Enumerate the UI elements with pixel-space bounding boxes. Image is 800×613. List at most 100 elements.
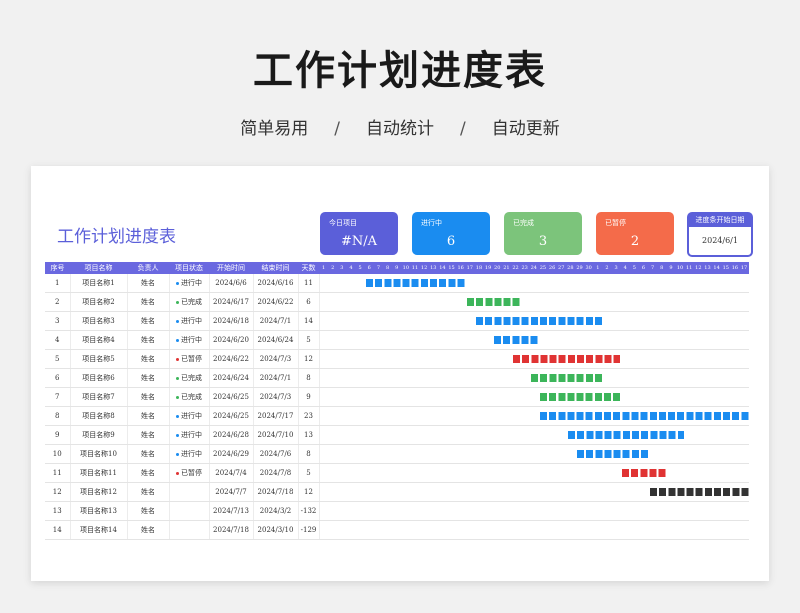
col-owner-cell[interactable]: 姓名 (127, 463, 170, 483)
col-name-cell[interactable]: 项目名称12 (70, 482, 128, 502)
col-status-cell[interactable]: 已暂停 (169, 463, 210, 483)
start-date-card[interactable]: 进度条开始日期 2024/6/1 (687, 212, 753, 257)
col-status-cell[interactable]: 已完成 (169, 387, 210, 407)
col-status-cell[interactable]: 进行中 (169, 444, 210, 464)
col-end-cell[interactable]: 2024/3/2 (253, 501, 299, 521)
col-name-cell[interactable]: 项目名称8 (70, 406, 128, 426)
table-row[interactable]: 7 项目名称7 姓名 已完成 2024/6/25 2024/7/3 9 (45, 387, 750, 407)
col-no-cell[interactable]: 6 (45, 368, 71, 388)
col-no-cell[interactable]: 8 (45, 406, 71, 426)
table-row[interactable]: 6 项目名称6 姓名 已完成 2024/6/24 2024/7/1 8 (45, 368, 750, 388)
table-row[interactable]: 1 项目名称1 姓名 进行中 2024/6/6 2024/6/16 11 (45, 274, 750, 293)
col-status-cell[interactable]: 进行中 (169, 311, 210, 331)
col-owner-cell[interactable]: 姓名 (127, 501, 170, 521)
col-name-cell[interactable]: 项目名称14 (70, 520, 128, 540)
col-status-cell[interactable]: 进行中 (169, 406, 210, 426)
col-end-cell[interactable]: 2024/7/8 (253, 463, 299, 483)
col-no-cell[interactable]: 7 (45, 387, 71, 407)
col-status-cell[interactable]: 已完成 (169, 368, 210, 388)
col-status-cell[interactable]: 已完成 (169, 292, 210, 312)
col-no-cell[interactable]: 4 (45, 330, 71, 350)
col-days-cell[interactable]: 12 (298, 349, 320, 369)
col-days-cell[interactable]: 13 (298, 425, 320, 445)
col-owner-cell[interactable]: 姓名 (127, 330, 170, 350)
col-start-cell[interactable]: 2024/6/29 (209, 444, 254, 464)
col-days-cell[interactable]: 5 (298, 330, 320, 350)
table-row[interactable]: 13 项目名称13 姓名 2024/7/13 2024/3/2 -132 (45, 501, 750, 521)
col-no-cell[interactable]: 13 (45, 501, 71, 521)
col-status-cell[interactable] (169, 482, 210, 502)
col-end-cell[interactable]: 2024/7/1 (253, 311, 299, 331)
col-end-cell[interactable]: 2024/7/17 (253, 406, 299, 426)
col-owner-cell[interactable]: 姓名 (127, 368, 170, 388)
col-start-cell[interactable]: 2024/6/25 (209, 387, 254, 407)
col-end-cell[interactable]: 2024/7/18 (253, 482, 299, 502)
col-end-cell[interactable]: 2024/7/10 (253, 425, 299, 445)
table-row[interactable]: 9 项目名称9 姓名 进行中 2024/6/28 2024/7/10 13 (45, 425, 750, 445)
table-row[interactable]: 12 项目名称12 姓名 2024/7/7 2024/7/18 12 (45, 482, 750, 502)
table-row[interactable]: 2 项目名称2 姓名 已完成 2024/6/17 2024/6/22 6 (45, 292, 750, 312)
col-start-cell[interactable]: 2024/6/28 (209, 425, 254, 445)
col-days-cell[interactable]: 12 (298, 482, 320, 502)
table-row[interactable]: 14 项目名称14 姓名 2024/7/18 2024/3/10 -129 (45, 520, 750, 540)
col-days-cell[interactable]: 9 (298, 387, 320, 407)
col-end-cell[interactable]: 2024/7/3 (253, 387, 299, 407)
table-row[interactable]: 4 项目名称4 姓名 进行中 2024/6/20 2024/6/24 5 (45, 330, 750, 350)
col-start-cell[interactable]: 2024/7/18 (209, 520, 254, 540)
col-start-cell[interactable]: 2024/6/25 (209, 406, 254, 426)
col-no-cell[interactable]: 3 (45, 311, 71, 331)
col-name-cell[interactable]: 项目名称7 (70, 387, 128, 407)
col-owner-cell[interactable]: 姓名 (127, 406, 170, 426)
col-status-cell[interactable]: 已暂停 (169, 349, 210, 369)
col-start-cell[interactable]: 2024/6/6 (209, 274, 254, 293)
col-owner-cell[interactable]: 姓名 (127, 425, 170, 445)
table-row[interactable]: 3 项目名称3 姓名 进行中 2024/6/18 2024/7/1 14 (45, 311, 750, 331)
col-days-cell[interactable]: 5 (298, 463, 320, 483)
col-days-cell[interactable]: -132 (298, 501, 320, 521)
col-start-cell[interactable]: 2024/6/17 (209, 292, 254, 312)
col-status-cell[interactable] (169, 520, 210, 540)
col-name-cell[interactable]: 项目名称1 (70, 274, 128, 293)
col-end-cell[interactable]: 2024/3/10 (253, 520, 299, 540)
col-status-cell[interactable]: 进行中 (169, 330, 210, 350)
col-status-cell[interactable]: 进行中 (169, 274, 210, 293)
col-end-cell[interactable]: 2024/6/24 (253, 330, 299, 350)
col-owner-cell[interactable]: 姓名 (127, 520, 170, 540)
col-start-cell[interactable]: 2024/6/18 (209, 311, 254, 331)
col-no-cell[interactable]: 10 (45, 444, 71, 464)
col-status-cell[interactable]: 进行中 (169, 425, 210, 445)
col-owner-cell[interactable]: 姓名 (127, 444, 170, 464)
col-start-cell[interactable]: 2024/7/13 (209, 501, 254, 521)
col-name-cell[interactable]: 项目名称3 (70, 311, 128, 331)
col-name-cell[interactable]: 项目名称9 (70, 425, 128, 445)
col-days-cell[interactable]: 23 (298, 406, 320, 426)
col-name-cell[interactable]: 项目名称6 (70, 368, 128, 388)
col-name-cell[interactable]: 项目名称13 (70, 501, 128, 521)
col-end-cell[interactable]: 2024/7/3 (253, 349, 299, 369)
col-no-cell[interactable]: 2 (45, 292, 71, 312)
col-name-cell[interactable]: 项目名称5 (70, 349, 128, 369)
col-no-cell[interactable]: 9 (45, 425, 71, 445)
col-days-cell[interactable]: 8 (298, 368, 320, 388)
col-end-cell[interactable]: 2024/7/6 (253, 444, 299, 464)
col-start-cell[interactable]: 2024/7/4 (209, 463, 254, 483)
col-owner-cell[interactable]: 姓名 (127, 311, 170, 331)
col-name-cell[interactable]: 项目名称2 (70, 292, 128, 312)
col-name-cell[interactable]: 项目名称11 (70, 463, 128, 483)
col-start-cell[interactable]: 2024/6/22 (209, 349, 254, 369)
col-owner-cell[interactable]: 姓名 (127, 292, 170, 312)
col-start-cell[interactable]: 2024/7/7 (209, 482, 254, 502)
col-end-cell[interactable]: 2024/7/1 (253, 368, 299, 388)
col-no-cell[interactable]: 1 (45, 274, 71, 293)
col-start-cell[interactable]: 2024/6/20 (209, 330, 254, 350)
col-days-cell[interactable]: 6 (298, 292, 320, 312)
col-days-cell[interactable]: 8 (298, 444, 320, 464)
col-no-cell[interactable]: 11 (45, 463, 71, 483)
table-row[interactable]: 5 项目名称5 姓名 已暂停 2024/6/22 2024/7/3 12 (45, 349, 750, 369)
start-date-value[interactable]: 2024/6/1 (689, 236, 751, 245)
col-no-cell[interactable]: 14 (45, 520, 71, 540)
col-no-cell[interactable]: 12 (45, 482, 71, 502)
col-days-cell[interactable]: 11 (298, 274, 320, 293)
col-start-cell[interactable]: 2024/6/24 (209, 368, 254, 388)
col-owner-cell[interactable]: 姓名 (127, 274, 170, 293)
